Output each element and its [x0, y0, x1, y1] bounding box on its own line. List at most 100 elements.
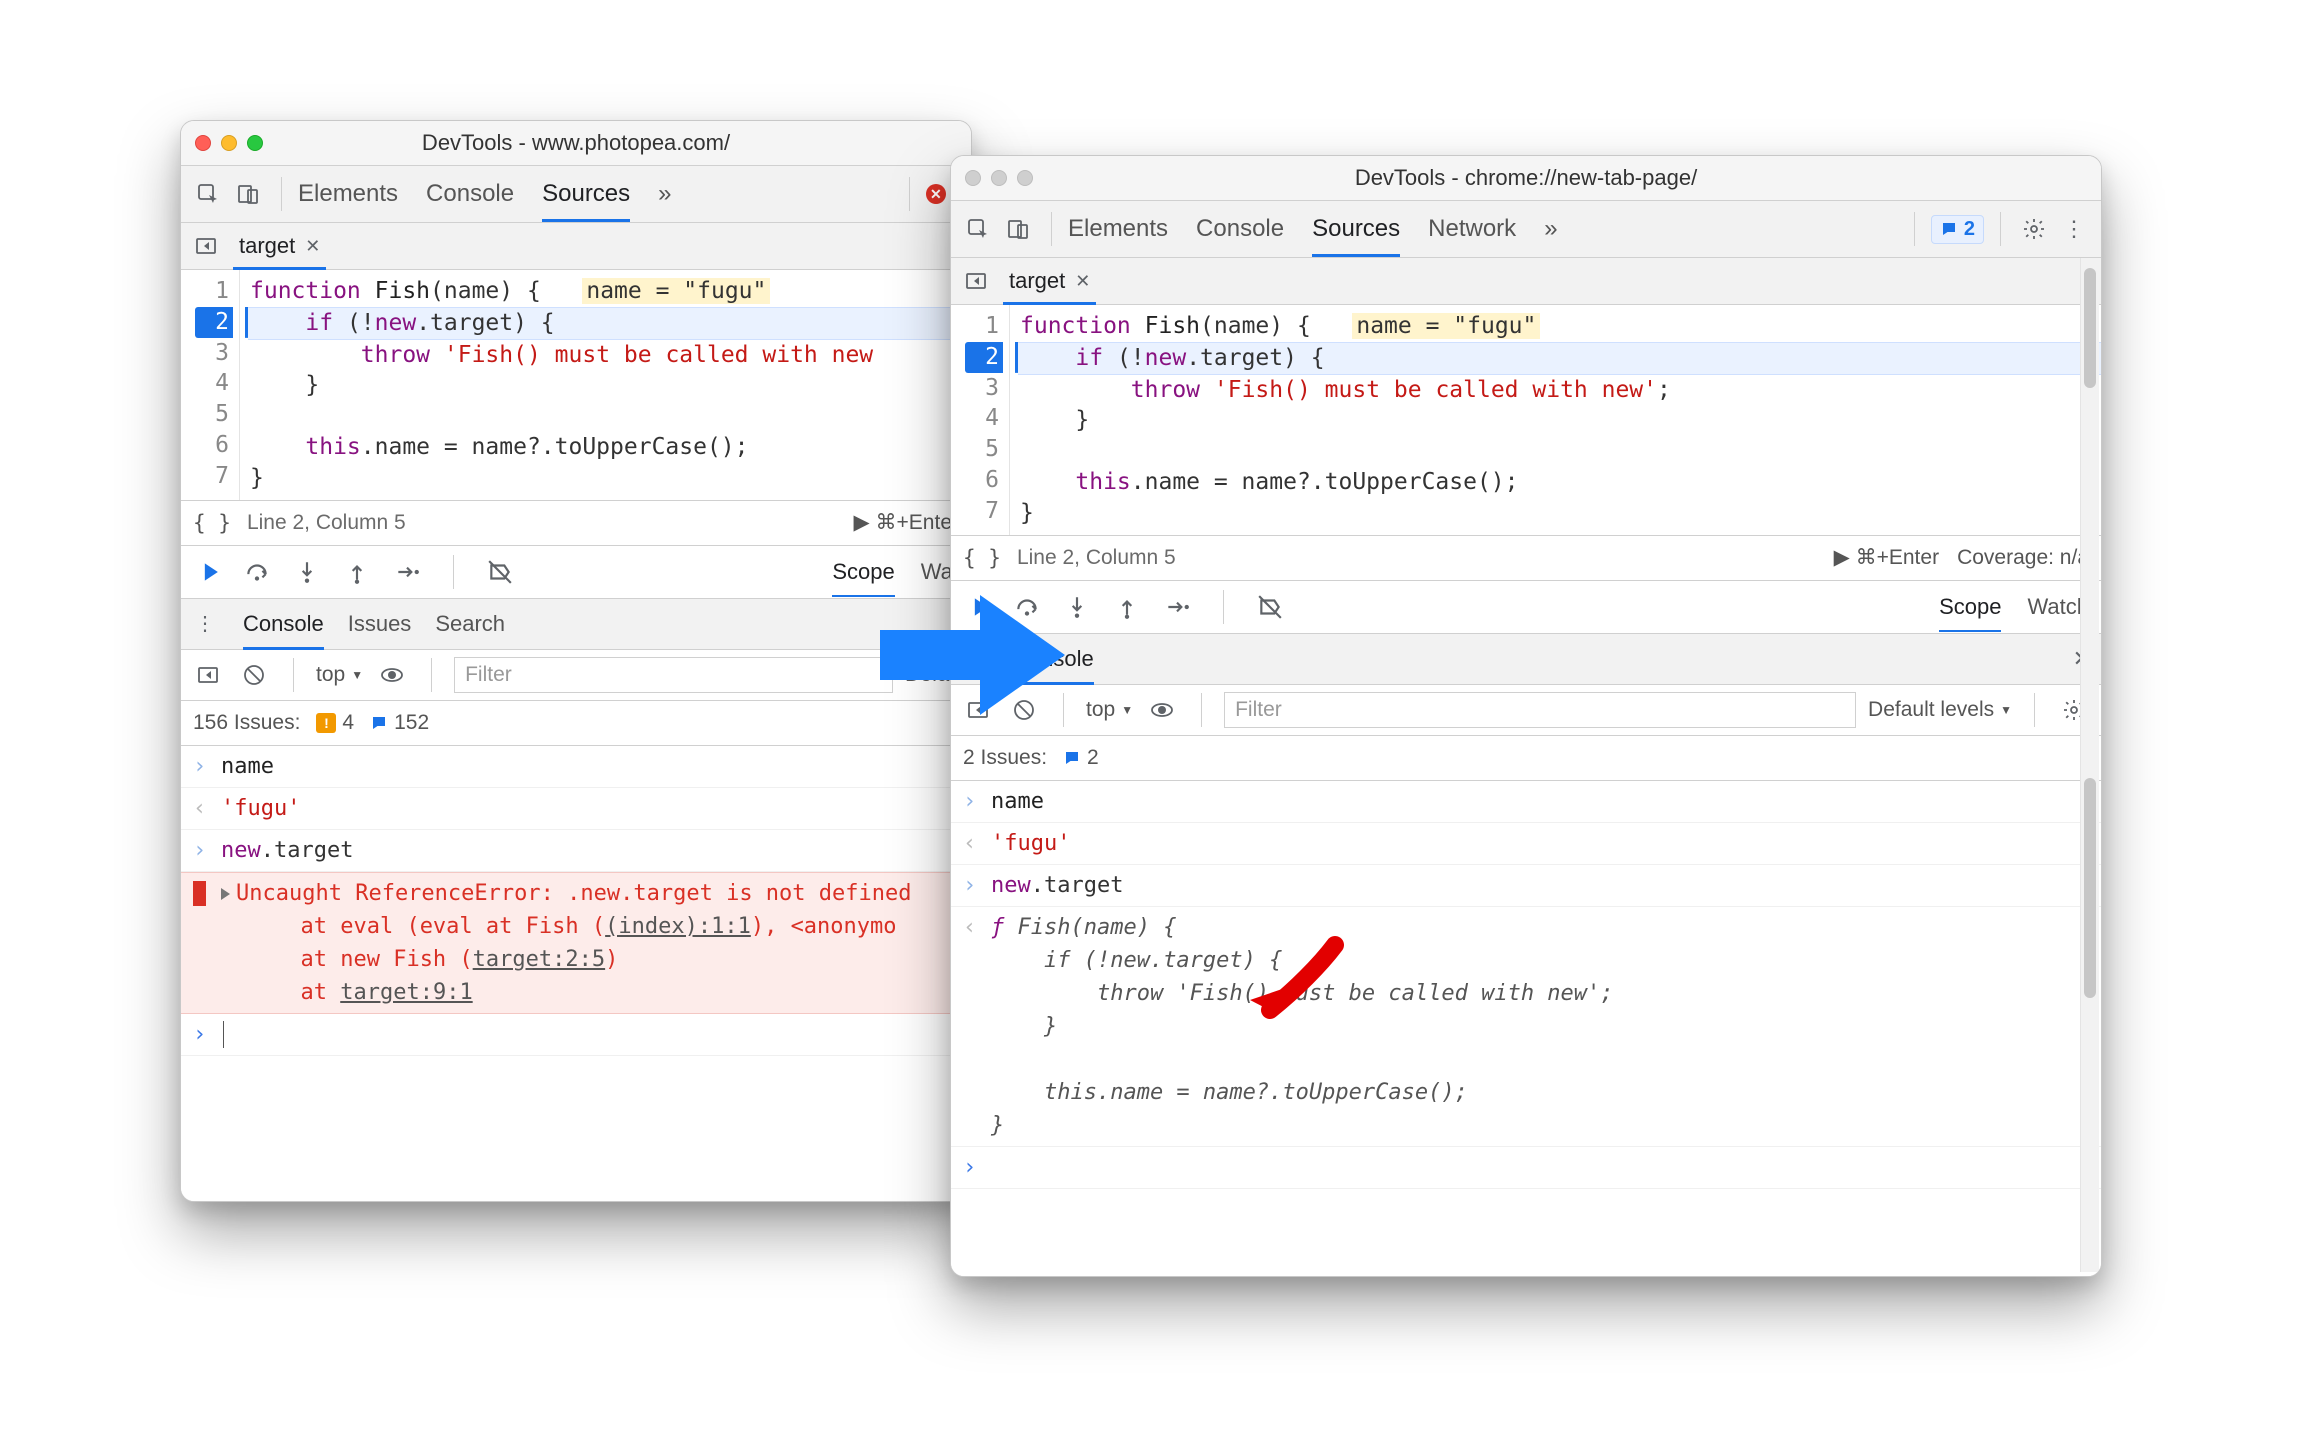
zoom-window-button[interactable] — [1017, 170, 1033, 186]
error-icon: ✕ — [193, 881, 206, 906]
stack-link[interactable]: (index):1:1 — [605, 914, 751, 939]
tab-sources[interactable]: Sources — [1312, 201, 1400, 257]
context-selector[interactable]: top▼ — [316, 663, 363, 687]
console-body[interactable]: ›name ‹'fugu' ›new.target ‹ ƒ ƒ Fish(nam… — [951, 781, 2101, 1276]
device-toolbar-icon[interactable] — [1001, 212, 1035, 246]
tab-elements[interactable]: Elements — [1068, 201, 1168, 257]
zoom-window-button[interactable] — [247, 135, 263, 151]
tab-elements[interactable]: Elements — [298, 166, 398, 222]
pretty-print-icon[interactable]: { } — [193, 511, 231, 535]
drawer-header: ⋮ Console ✕ — [951, 634, 2101, 685]
settings-icon[interactable] — [2017, 212, 2051, 246]
close-window-button[interactable] — [195, 135, 211, 151]
drawer-menu-icon[interactable]: ⋮ — [191, 611, 219, 636]
tabs-more[interactable]: » — [658, 166, 671, 222]
file-tab-target[interactable]: target ✕ — [1003, 258, 1096, 304]
panel-tab-scope[interactable]: Scope — [1939, 582, 2001, 632]
console-filter-row: top▼ Filter Defau — [181, 650, 971, 701]
close-window-button[interactable] — [965, 170, 981, 186]
step-out-button[interactable] — [343, 558, 371, 586]
code-editor[interactable]: 1234567 function Fish(name) { name = "fu… — [951, 305, 2101, 536]
scrollbar-thumb[interactable] — [2084, 268, 2096, 388]
clear-console-icon[interactable] — [237, 658, 271, 692]
step-button[interactable] — [393, 558, 421, 586]
info-count-badge[interactable]: 2 — [1931, 215, 1984, 244]
console-prompt[interactable]: › — [951, 1147, 2101, 1189]
info-icon — [1063, 749, 1081, 767]
info-icon — [1940, 220, 1958, 238]
debugger-toolbar: Scope Wat — [181, 546, 971, 599]
toggle-console-sidebar-icon[interactable] — [191, 658, 225, 692]
console-error-row: ✕ Uncaught ReferenceError: .new.target i… — [181, 872, 971, 1014]
pretty-print-icon[interactable]: { } — [963, 546, 1001, 570]
tab-sources[interactable]: Sources — [542, 166, 630, 222]
drawer-header: ⋮ Console Issues Search — [181, 599, 971, 650]
tab-network[interactable]: Network — [1428, 201, 1516, 257]
scrollbar-track[interactable] — [2080, 258, 2099, 1272]
coverage-hint: Coverage: n/a — [1957, 546, 2089, 570]
step-button[interactable] — [1163, 593, 1191, 621]
show-navigator-icon[interactable] — [189, 229, 223, 263]
console-body[interactable]: ›name ‹'fugu' ›new.target ✕ Uncaught Ref… — [181, 746, 971, 1201]
live-expression-icon[interactable] — [375, 658, 409, 692]
close-file-tab-icon[interactable]: ✕ — [305, 236, 320, 257]
run-snippet-hint[interactable]: ▶ ⌘+Enter — [854, 510, 959, 535]
warn-icon: ! — [316, 713, 336, 733]
resume-button[interactable] — [193, 558, 221, 586]
file-tab-label: target — [239, 233, 295, 259]
log-levels-selector[interactable]: Default levels▼ — [1868, 698, 2012, 722]
file-tab-target[interactable]: target ✕ — [233, 223, 326, 269]
window-title: DevTools - chrome://new-tab-page/ — [1355, 165, 1697, 191]
console-prompt[interactable]: › — [181, 1014, 971, 1056]
expand-error-icon[interactable] — [221, 888, 230, 900]
issues-summary-row[interactable]: 156 Issues: ! 4 152 — [181, 701, 971, 746]
annotation-arrow-icon — [1240, 935, 1350, 1035]
stack-link[interactable]: target:2:5 — [473, 947, 605, 972]
context-selector[interactable]: top▼ — [1086, 698, 1133, 722]
file-tab-strip: target ✕ — [181, 223, 971, 270]
tabs-more[interactable]: » — [1544, 201, 1557, 257]
inspect-icon[interactable] — [191, 177, 225, 211]
step-into-button[interactable] — [293, 558, 321, 586]
minimize-window-button[interactable] — [221, 135, 237, 151]
drawer-tab-console[interactable]: Console — [243, 599, 324, 649]
tab-console[interactable]: Console — [426, 166, 514, 222]
issues-info-chip: 2 — [1063, 746, 1099, 770]
line-number-gutter: 1234567 — [181, 270, 240, 500]
console-filter-input[interactable]: Filter — [454, 657, 893, 693]
comparison-arrow-icon — [870, 580, 1070, 730]
issues-label: 2 Issues: — [963, 746, 1047, 770]
step-out-button[interactable] — [1113, 593, 1141, 621]
main-toolbar: Elements Console Sources Network » 2 ⋮ — [951, 201, 2101, 258]
stack-link[interactable]: target:9:1 — [340, 980, 472, 1005]
run-snippet-hint[interactable]: ▶ ⌘+Enter — [1834, 545, 1939, 570]
live-expression-icon[interactable] — [1145, 693, 1179, 727]
issues-summary-row[interactable]: 2 Issues: 2 — [951, 736, 2101, 781]
issues-info-chip: 152 — [370, 711, 429, 735]
issues-label: 156 Issues: — [193, 711, 300, 735]
deactivate-breakpoints-button[interactable] — [486, 558, 514, 586]
deactivate-breakpoints-button[interactable] — [1256, 593, 1284, 621]
editor-status-row: { } Line 2, Column 5 ▶ ⌘+Enter — [181, 501, 971, 546]
scrollbar-thumb[interactable] — [2084, 778, 2096, 998]
step-over-button[interactable] — [243, 558, 271, 586]
inspect-icon[interactable] — [961, 212, 995, 246]
drawer-tab-issues[interactable]: Issues — [348, 599, 412, 649]
file-tab-label: target — [1009, 268, 1065, 294]
show-navigator-icon[interactable] — [959, 264, 993, 298]
issues-warn-chip: ! 4 — [316, 711, 354, 735]
tab-console[interactable]: Console — [1196, 201, 1284, 257]
cursor-position: Line 2, Column 5 — [1017, 546, 1176, 570]
error-icon: ✕ — [926, 184, 946, 204]
more-menu-icon[interactable]: ⋮ — [2057, 212, 2091, 246]
drawer-tab-search[interactable]: Search — [435, 599, 505, 649]
window-title: DevTools - www.photopea.com/ — [422, 130, 730, 156]
titlebar: DevTools - www.photopea.com/ — [181, 121, 971, 166]
device-toolbar-icon[interactable] — [231, 177, 265, 211]
minimize-window-button[interactable] — [991, 170, 1007, 186]
console-filter-input[interactable]: Filter — [1224, 692, 1856, 728]
code-editor[interactable]: 1234567 function Fish(name) { name = "fu… — [181, 270, 971, 501]
editor-status-row: { } Line 2, Column 5 ▶ ⌘+Enter Coverage:… — [951, 536, 2101, 581]
close-file-tab-icon[interactable]: ✕ — [1075, 271, 1090, 292]
console-function-output: ‹ ƒ ƒ Fish(name) {Fish(name) { if (!new.… — [951, 907, 2101, 1147]
